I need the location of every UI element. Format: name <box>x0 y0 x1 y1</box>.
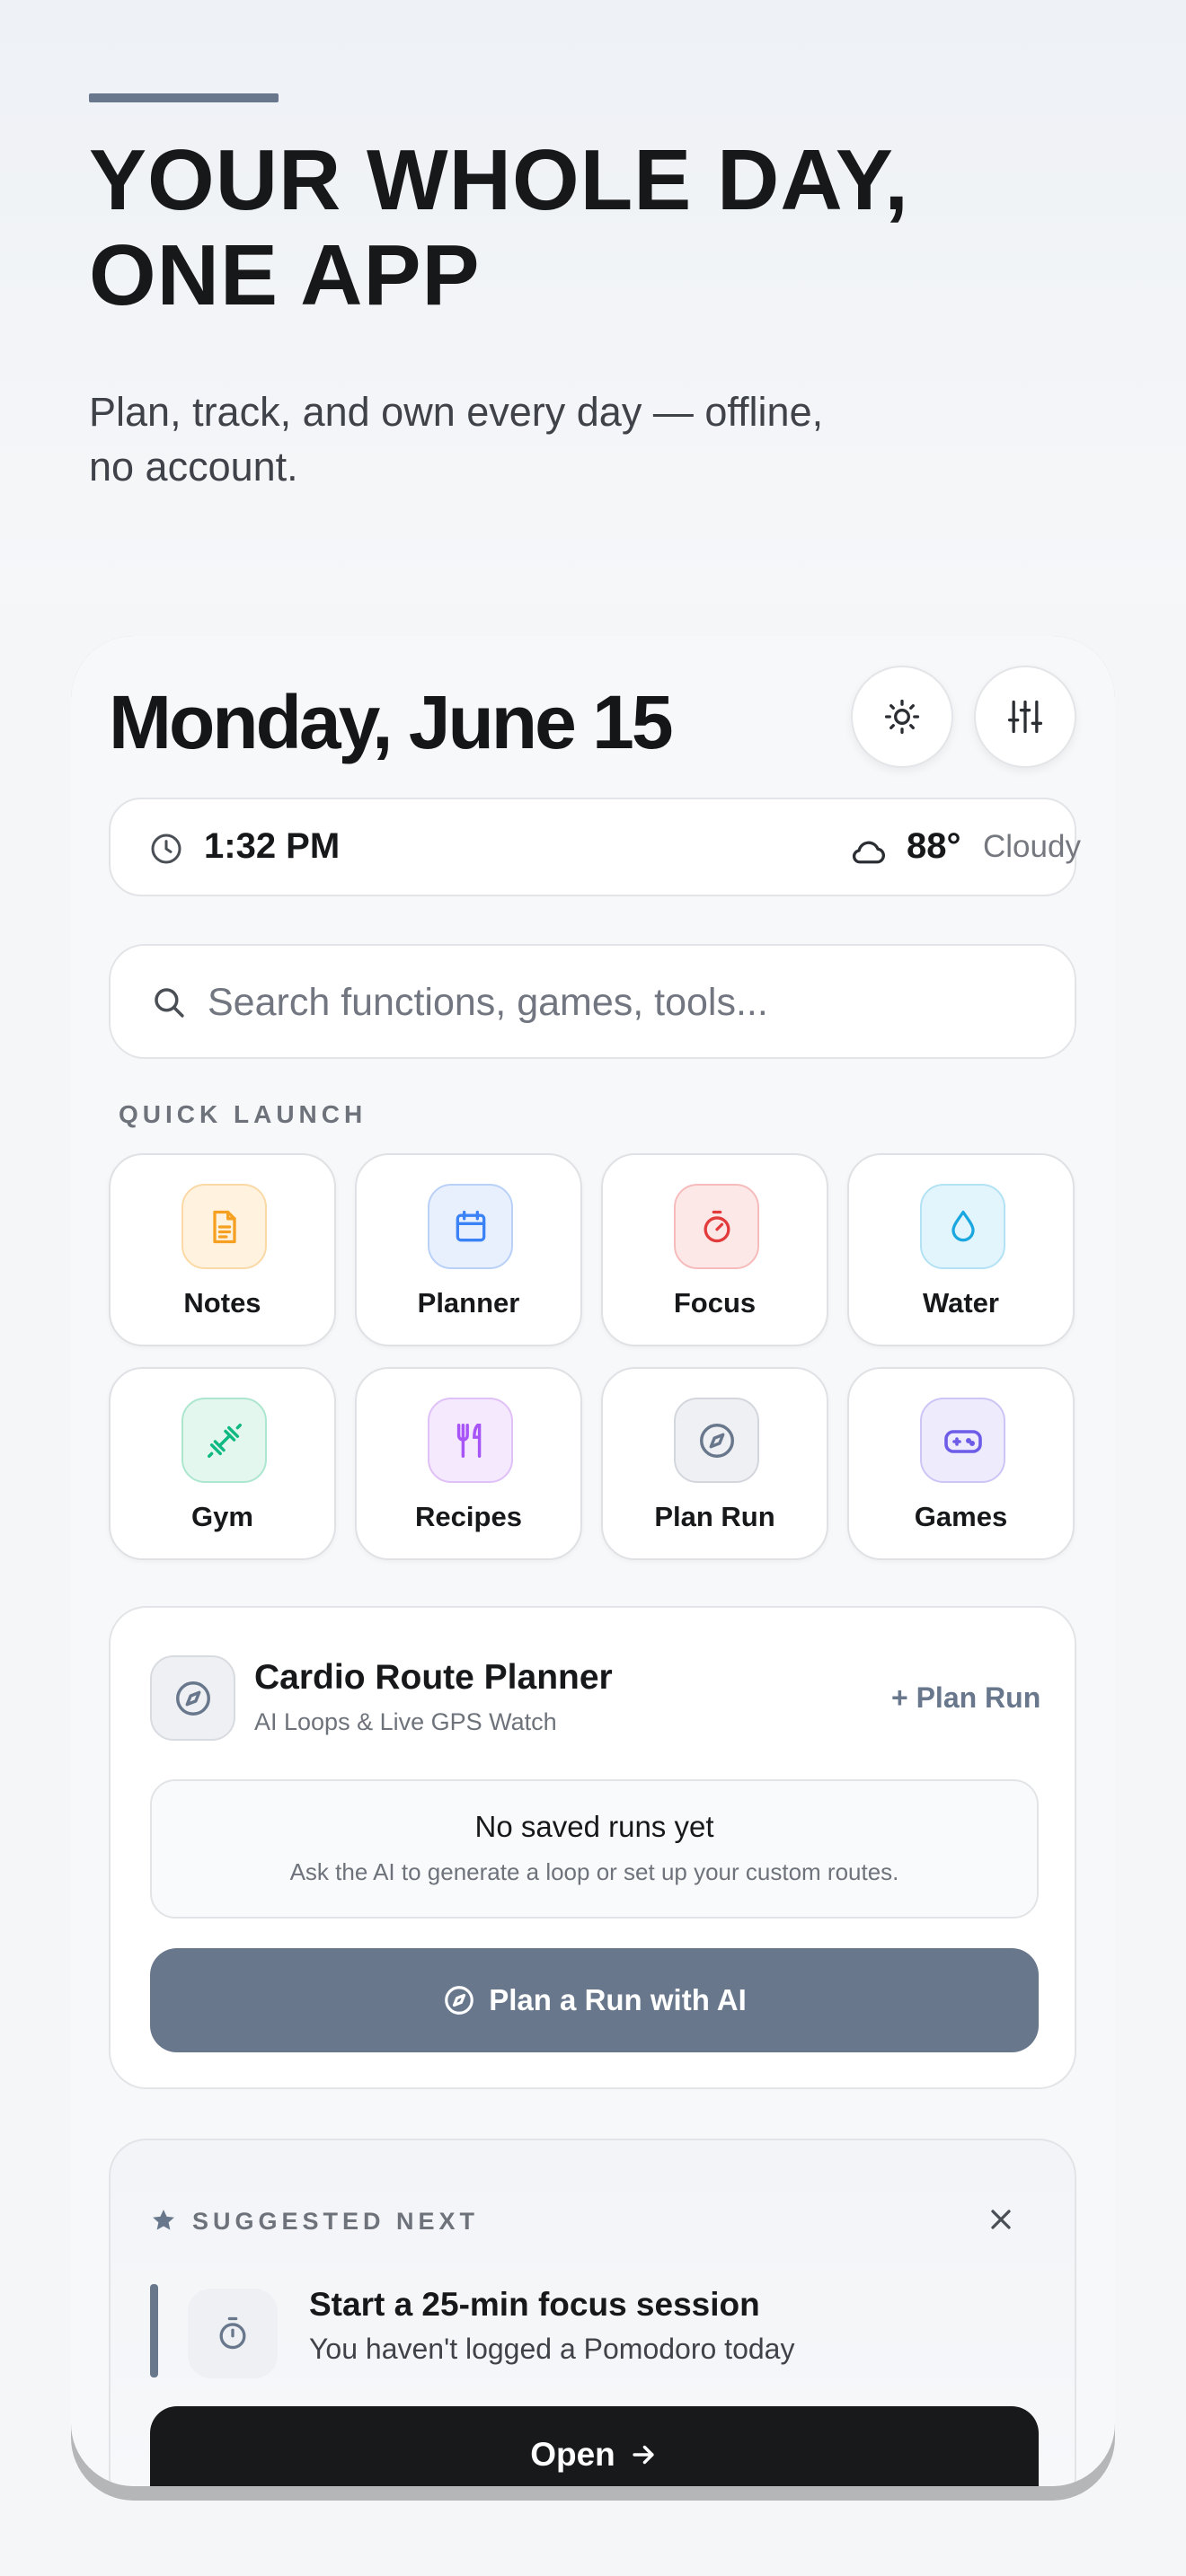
tile-label: Plan Run <box>654 1501 775 1532</box>
suggested-next-label: SUGGESTED NEXT <box>192 2208 480 2235</box>
tile-notes-icon-bg <box>181 1184 267 1269</box>
tile-label: Focus <box>673 1287 757 1319</box>
empty-state: No saved runs yet Ask the AI to generate… <box>150 1779 1039 1919</box>
tile-recipes-icon-bg <box>428 1398 513 1483</box>
search-input[interactable] <box>208 973 1034 1032</box>
droplet-icon <box>951 1210 975 1241</box>
tile-gym[interactable]: Gym <box>109 1367 336 1560</box>
tile-recipes[interactable]: Recipes <box>355 1367 582 1560</box>
tile-label: Notes <box>183 1287 261 1319</box>
empty-state-subtitle: Ask the AI to generate a loop or set up … <box>289 1858 899 1885</box>
clock-icon <box>151 834 181 864</box>
tile-label: Planner <box>417 1287 520 1319</box>
tile-plan-run-icon-bg <box>674 1398 759 1483</box>
tile-gym-icon-bg <box>181 1398 267 1483</box>
hero-title: YOUR WHOLE DAY, ONE APP <box>89 132 909 323</box>
tile-water[interactable]: Water <box>847 1153 1075 1346</box>
tile-plan-run[interactable]: Plan Run <box>601 1367 828 1560</box>
quick-launch-label: QUICK LAUNCH <box>119 1100 367 1128</box>
tile-label: Recipes <box>415 1501 522 1532</box>
open-button[interactable]: Open <box>150 2406 1039 2486</box>
suggestion-icon-bg <box>188 2289 278 2378</box>
calendar-icon <box>456 1210 485 1241</box>
current-time: 1:32 PM <box>204 826 341 866</box>
sun-icon <box>884 699 920 735</box>
planner-title: Cardio Route Planner <box>254 1658 613 1697</box>
temperature: 88° <box>907 826 961 866</box>
plan-run-ai-button[interactable]: Plan a Run with AI <box>150 1948 1039 2052</box>
tile-planner-icon-bg <box>428 1184 513 1269</box>
cloud-icon <box>853 841 885 864</box>
hero-section: YOUR WHOLE DAY, ONE APP Plan, track, and… <box>0 0 1186 604</box>
tile-games-icon-bg <box>920 1398 1005 1483</box>
document-icon <box>212 1210 236 1243</box>
tile-games[interactable]: Games <box>847 1367 1075 1560</box>
cardio-route-planner-card: Cardio Route Planner AI Loops & Live GPS… <box>109 1606 1076 2089</box>
theme-toggle-button[interactable] <box>851 666 953 768</box>
weather-condition: Cloudy <box>983 829 1081 864</box>
gamepad-icon <box>943 1429 982 1453</box>
plan-run-ai-label: Plan a Run with AI <box>489 1983 747 2016</box>
hero-subtitle: Plan, track, and own every day — offline… <box>89 389 824 490</box>
open-button-label: Open <box>530 2436 615 2473</box>
tile-focus-icon-bg <box>674 1184 759 1269</box>
tile-water-icon-bg <box>920 1184 1005 1269</box>
empty-state-title: No saved runs yet <box>474 1810 714 1843</box>
add-plan-run-button[interactable]: + Plan Run <box>891 1681 1040 1715</box>
hero-rule <box>89 93 279 102</box>
suggestion-title: Start a 25-min focus session <box>309 2286 760 2323</box>
utensils-icon <box>456 1423 481 1458</box>
suggestion-accent-bar <box>150 2284 158 2378</box>
stopwatch-icon <box>219 2316 246 2350</box>
date-title: Monday, June 15 <box>109 680 674 764</box>
compass-icon <box>175 1681 210 1716</box>
sliders-icon <box>1007 700 1043 734</box>
suggested-next-card: SUGGESTED NEXT Start a 25-min focus sess… <box>109 2139 1076 2486</box>
search-bar[interactable] <box>109 944 1076 1059</box>
tile-label: Games <box>914 1501 1008 1532</box>
stopwatch-icon <box>704 1210 730 1242</box>
arrow-right-icon <box>633 2445 654 2465</box>
close-icon[interactable] <box>985 2203 1017 2236</box>
tile-planner[interactable]: Planner <box>355 1153 582 1346</box>
star-icon <box>153 2210 174 2230</box>
planner-subtitle: AI Loops & Live GPS Watch <box>254 1708 557 1735</box>
device-screen: Monday, June 15 1:32 PM 88° Cloudy QUICK… <box>71 636 1115 2486</box>
dumbbell-icon <box>207 1423 242 1458</box>
tile-label: Water <box>923 1287 999 1319</box>
planner-icon-bg <box>150 1655 235 1741</box>
search-icon <box>155 988 184 1018</box>
status-bar: 1:32 PM 88° Cloudy <box>109 798 1081 896</box>
compass-icon <box>445 1986 474 2015</box>
suggestion-subtitle: You haven't logged a Pomodoro today <box>309 2333 795 2365</box>
settings-button[interactable] <box>974 666 1076 768</box>
compass-icon <box>699 1423 734 1458</box>
tile-focus[interactable]: Focus <box>601 1153 828 1346</box>
tile-notes[interactable]: Notes <box>109 1153 336 1346</box>
tile-label: Gym <box>191 1501 253 1532</box>
